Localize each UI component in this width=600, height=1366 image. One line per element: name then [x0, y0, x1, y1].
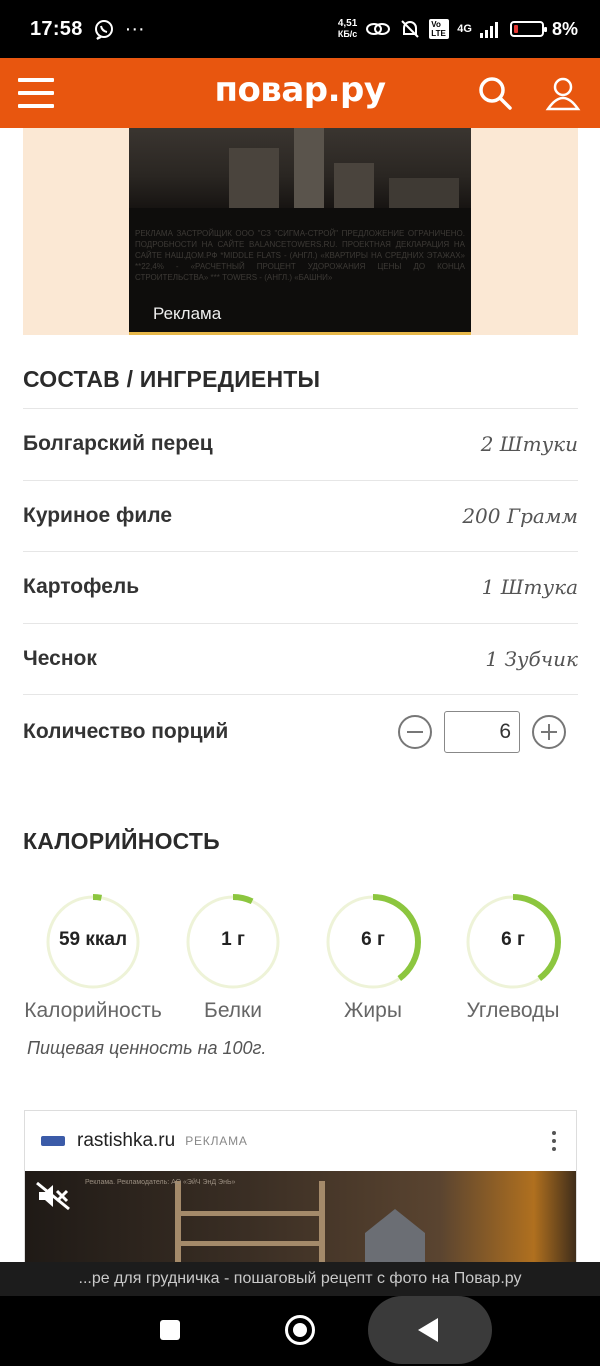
ad-label: Реклама: [153, 304, 222, 323]
calorie-item: 59 ккал Калорийность: [23, 893, 163, 1023]
calorie-value: 59 ккал: [58, 929, 128, 950]
more-dots-icon: ···: [124, 18, 145, 40]
net-speed: 4,51 КБ/с: [337, 18, 358, 40]
system-nav-bar: [0, 1296, 600, 1366]
battery-icon: [509, 21, 547, 37]
ad-domain[interactable]: rastishka.ru: [77, 1130, 175, 1152]
link-icon: [366, 23, 391, 35]
recent-apps-button[interactable]: [160, 1320, 180, 1340]
app-header: повар.ру: [0, 58, 600, 128]
carbs-item: 6 г Углеводы: [443, 893, 583, 1023]
ingredient-row: Куриное филе 200 Грамм: [23, 479, 578, 552]
ingredient-qty: 2 Штуки: [480, 432, 578, 457]
ad-video[interactable]: Реклама. Рекламодатель: АО «ЭйЧ ЭнД ЭнЬ»: [25, 1171, 576, 1270]
volte-icon: Vo LTE: [429, 19, 450, 39]
user-icon[interactable]: [544, 74, 582, 112]
top-ad-container: РЕКЛАМА ЗАСТРОЙЩИК ООО "СЗ "СИГМА-СТРОЙ"…: [23, 128, 578, 335]
portions-input[interactable]: [444, 710, 520, 753]
protein-item: 1 г Белки: [163, 893, 303, 1023]
home-button[interactable]: [285, 1315, 315, 1345]
search-icon[interactable]: [476, 74, 514, 112]
ingredient-name: Болгарский перец: [23, 432, 213, 456]
portions-stepper: [398, 710, 566, 753]
portions-row: Количество порций: [23, 694, 578, 768]
signal-icon: [479, 22, 498, 38]
calorie-label: Калорийность: [24, 999, 162, 1022]
portions-label: Количество порций: [23, 719, 229, 743]
page-title-banner: ...ре для грудничка - пошаговый рецепт с…: [0, 1262, 600, 1296]
mute-bell-icon: [401, 20, 420, 38]
ingredient-row: Картофель 1 Штука: [23, 551, 578, 623]
protein-label: Белки: [204, 999, 262, 1022]
decrease-portions-button[interactable]: [398, 714, 432, 749]
ad-city-image: [129, 128, 471, 208]
carbs-value: 6 г: [501, 929, 525, 950]
ad-video-house: [365, 1209, 425, 1269]
ad-tag: РЕКЛАМА: [185, 1134, 248, 1148]
viber-icon: [94, 20, 113, 40]
ingredient-row: Чеснок 1 Зубчик: [23, 622, 578, 695]
calorie-ring: 59 ккал: [44, 893, 142, 991]
ingredient-row: Болгарский перец 2 Штуки: [23, 408, 578, 480]
ingredient-qty: 1 Штука: [481, 575, 578, 600]
fat-item: 6 г Жиры: [303, 893, 443, 1023]
fat-value: 6 г: [361, 929, 385, 950]
bottom-ad-card[interactable]: rastishka.ru РЕКЛАМА Реклама. Рекламодат…: [24, 1110, 577, 1270]
muted-speaker-icon[interactable]: [35, 1181, 71, 1211]
back-button[interactable]: [368, 1296, 492, 1364]
more-options-icon[interactable]: [548, 1127, 560, 1155]
nutrition-note: Пищевая ценность на 100г.: [27, 1038, 267, 1058]
top-ad-banner[interactable]: РЕКЛАМА ЗАСТРОЙЩИК ООО "СЗ "СИГМА-СТРОЙ"…: [129, 128, 471, 335]
ad-disclaimer: РЕКЛАМА ЗАСТРОЙЩИК ООО "СЗ "СИГМА-СТРОЙ"…: [135, 229, 465, 282]
ingredient-name: Чеснок: [23, 646, 97, 670]
ingredients-title: СОСТАВ / ИНГРЕДИЕНТЫ: [23, 366, 321, 392]
carbs-ring: 6 г: [464, 893, 562, 991]
ad-card-header: rastishka.ru РЕКЛАМА: [25, 1111, 576, 1171]
ingredient-qty: 1 Зубчик: [485, 646, 578, 671]
status-time: 17:58: [30, 17, 83, 40]
carbs-label: Углеводы: [466, 999, 560, 1022]
menu-icon[interactable]: [18, 78, 54, 108]
battery-percent: 8%: [551, 18, 578, 39]
status-bar: 17:58 ··· 4,51 КБ/с Vo LTE 4G 8%: [0, 0, 600, 58]
protein-value: 1 г: [221, 929, 245, 950]
ingredient-qty: 200 Грамм: [462, 503, 578, 528]
protein-ring: 1 г: [184, 893, 282, 991]
fat-ring: 6 г: [324, 893, 422, 991]
increase-portions-button[interactable]: [532, 714, 566, 749]
back-arrow-icon: [418, 1318, 438, 1342]
ingredient-name: Картофель: [23, 575, 140, 599]
fat-label: Жиры: [344, 999, 402, 1022]
network-type: 4G: [457, 23, 472, 35]
ad-small-text: Реклама. Рекламодатель: АО «ЭйЧ ЭнД ЭнЬ»: [85, 1179, 236, 1186]
calorie-grid: 59 ккал Калорийность 1 г Белки 6 г Жиры …: [23, 893, 583, 1023]
ad-video-shelf: [175, 1181, 325, 1270]
calories-title: КАЛОРИЙНОСТЬ: [23, 828, 220, 854]
net-speed-unit: КБ/с: [337, 29, 358, 39]
ingredient-name: Куриное филе: [23, 503, 173, 527]
net-speed-value: 4,51: [337, 18, 358, 29]
ingredients-list: Болгарский перец 2 Штуки Куриное филе 20…: [23, 408, 578, 694]
advertiser-logo: [41, 1136, 65, 1146]
